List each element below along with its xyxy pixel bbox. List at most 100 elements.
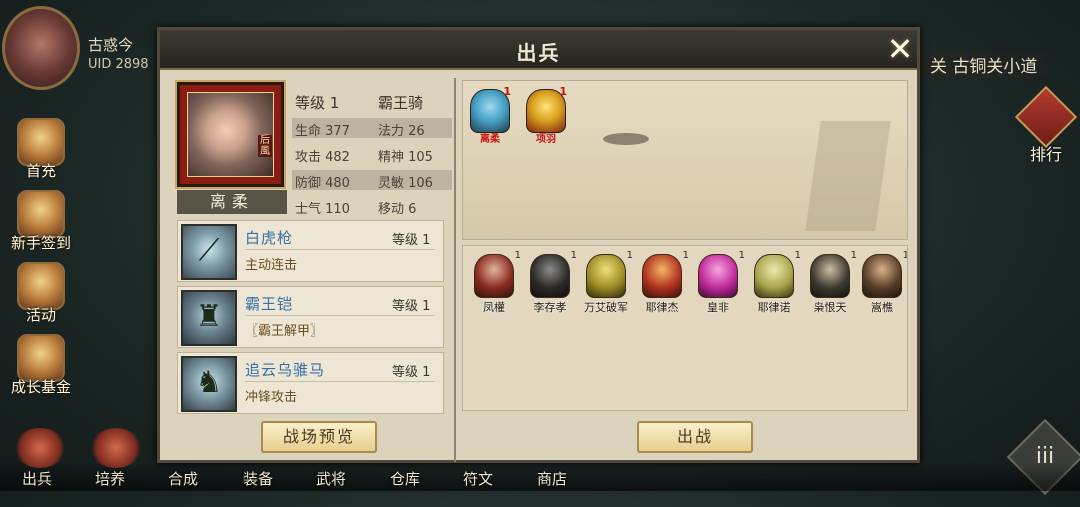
nav-generals[interactable]: 武将 — [316, 468, 346, 489]
unit-name: 皇非 — [707, 301, 729, 314]
equipment-item-mount[interactable]: ♞ 追云乌骓马 等级 1 冲锋攻击 — [177, 352, 444, 414]
player-name: 古惑今 — [88, 36, 134, 54]
unit-sprite — [586, 254, 626, 298]
formation-unit[interactable]: 1 项羽 — [521, 85, 571, 145]
nav-equipment[interactable]: 装备 — [243, 468, 273, 489]
unit-count: 1 — [682, 250, 689, 261]
armor-icon: ♜ — [181, 290, 237, 346]
horse-icon: ♞ — [181, 356, 237, 412]
first-recharge-label: 首充 — [25, 162, 56, 180]
close-icon[interactable]: ✕ — [882, 32, 918, 68]
equipment-name: 白虎枪 — [245, 229, 294, 247]
formation-area[interactable]: 1 离柔 1 项羽 — [462, 80, 908, 240]
equipment-level: 等级 1 — [392, 299, 431, 314]
unit-count: 1 — [503, 85, 511, 98]
roster-unit[interactable]: 1 耶律诺 — [747, 250, 801, 315]
dialog-title-bar: 出兵 ✕ — [160, 30, 917, 70]
player-uid: UID 2898 — [88, 57, 149, 72]
unit-sprite — [754, 254, 794, 298]
roster-unit[interactable]: 1 枭恨天 — [803, 250, 857, 315]
equipment-list: ⟋ 白虎枪 等级 1 主动连击 ♜ 霸王铠 等级 1 〖霸王解甲〗 ♞ 追云乌骓… — [177, 220, 445, 418]
location-label: 关 古铜关小道 — [920, 52, 1048, 78]
first-recharge-icon — [17, 118, 65, 166]
hero-level: 等级 1 — [295, 94, 340, 112]
roster-unit[interactable]: 1 李存孝 — [523, 250, 577, 315]
train-nav-icon — [90, 428, 142, 468]
unit-sprite — [474, 254, 514, 298]
newbie-signin-button[interactable]: 新手签到 — [8, 190, 74, 253]
stat-defense: 防御 480 — [295, 176, 350, 191]
roster-unit[interactable]: 1 凤權 — [467, 250, 521, 315]
unit-sprite — [642, 254, 682, 298]
growth-fund-icon — [17, 334, 65, 382]
unit-sprite — [530, 254, 570, 298]
nav-compose[interactable]: 合成 — [168, 468, 198, 489]
stat-row: 生命 377 法力 26 — [292, 116, 452, 142]
stat-move: 移动 6 — [378, 202, 417, 217]
hero-portrait-frame[interactable]: 后 風 — [175, 80, 286, 189]
unit-count: 1 — [570, 250, 577, 261]
signin-icon — [17, 190, 65, 238]
nav-runes[interactable]: 符文 — [463, 468, 493, 489]
spear-icon: ⟋ — [181, 224, 237, 280]
deploy-slot-marker — [603, 133, 649, 145]
growth-fund-label: 成长基金 — [10, 378, 71, 396]
equipment-name: 追云乌骓马 — [245, 361, 326, 379]
equipment-desc: 〖霸王解甲〗 — [245, 324, 324, 339]
equipment-level: 等级 1 — [392, 365, 431, 380]
player-avatar[interactable] — [2, 6, 80, 90]
hero-level-row: 等级 1 霸王骑 — [292, 90, 452, 116]
panel-divider — [454, 78, 456, 462]
roster-unit[interactable]: 1 耶律杰 — [635, 250, 689, 315]
stat-row: 防御 480 灵敏 106 — [292, 168, 452, 194]
roster-unit[interactable]: 1 嵩樵 — [855, 250, 907, 315]
equipment-desc: 冲锋攻击 — [245, 390, 298, 405]
unit-count: 1 — [559, 85, 567, 98]
unit-sprite — [698, 254, 738, 298]
deploy-button[interactable]: 出战 — [637, 421, 753, 453]
equipment-item-weapon[interactable]: ⟋ 白虎枪 等级 1 主动连击 — [177, 220, 444, 282]
stat-agility: 灵敏 106 — [378, 176, 433, 191]
ranking-button[interactable]: 排行 — [1014, 85, 1078, 165]
growth-fund-button[interactable]: 成长基金 — [8, 334, 74, 397]
hero-stats: 等级 1 霸王骑 生命 377 法力 26 攻击 482 精神 105 防御 4… — [292, 90, 452, 220]
deploy-dialog: 出兵 ✕ 后 風 离柔 等级 1 霸王骑 生命 377 法力 26 攻击 482… — [157, 27, 920, 463]
deploy-nav-icon — [14, 428, 66, 468]
battlefield-preview-button[interactable]: 战场预览 — [261, 421, 377, 453]
unit-count: 1 — [903, 250, 907, 261]
equipment-desc: 主动连击 — [245, 258, 298, 273]
unit-count: 1 — [738, 250, 745, 261]
nav-warehouse[interactable]: 仓库 — [390, 468, 420, 489]
unit-name: 离柔 — [480, 134, 500, 145]
hero-portrait-tag: 后 風 — [258, 135, 272, 157]
unit-name: 项羽 — [536, 134, 556, 145]
activity-icon — [17, 262, 65, 310]
activity-button[interactable]: 活动 — [8, 262, 74, 325]
nav-train[interactable]: 培养 — [95, 468, 125, 489]
map-watermark — [805, 121, 891, 231]
formation-unit[interactable]: 1 离柔 — [465, 85, 515, 145]
unit-count: 1 — [626, 250, 633, 261]
unit-name: 耶律杰 — [645, 301, 679, 314]
equipment-name: 霸王铠 — [245, 295, 294, 313]
unit-name: 嵩樵 — [871, 301, 893, 314]
hero-name: 离柔 — [177, 190, 287, 214]
stat-mp: 法力 26 — [378, 124, 425, 139]
unit-name: 枭恨天 — [813, 301, 847, 314]
unit-name: 耶律诺 — [757, 301, 791, 314]
nav-deploy[interactable]: 出兵 — [22, 468, 52, 489]
roster-unit[interactable]: 1 皇非 — [691, 250, 745, 315]
nav-shop[interactable]: 商店 — [537, 468, 567, 489]
stat-attack: 攻击 482 — [295, 150, 350, 165]
stat-hp: 生命 377 — [295, 124, 350, 139]
stat-row: 攻击 482 精神 105 — [292, 142, 452, 168]
unit-name: 李存孝 — [533, 301, 567, 314]
stat-morale: 士气 110 — [295, 202, 350, 217]
roster-unit[interactable]: 1 万艾破军 — [579, 250, 633, 315]
signin-label: 新手签到 — [10, 234, 71, 252]
ranking-icon — [1014, 85, 1078, 149]
first-recharge-button[interactable]: 首充 — [8, 118, 74, 181]
equipment-item-armor[interactable]: ♜ 霸王铠 等级 1 〖霸王解甲〗 — [177, 286, 444, 348]
roster-area: 1 凤權 1 李存孝 1 万艾破军 1 耶律杰 1 皇非 1 耶律诺 1 枭恨天… — [462, 245, 908, 411]
unit-sprite — [862, 254, 902, 298]
